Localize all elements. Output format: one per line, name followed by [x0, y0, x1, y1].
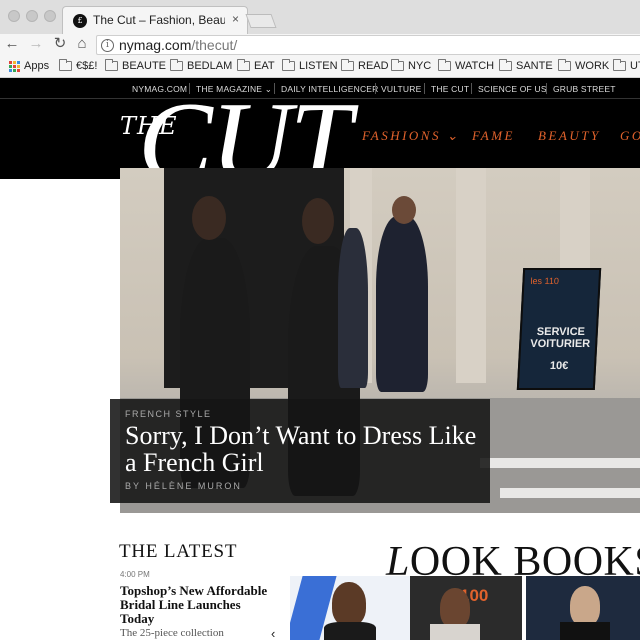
bookmark-label: READ: [358, 60, 389, 72]
crosswalk-stripe: [480, 458, 640, 468]
nav-science-of-us[interactable]: SCIENCE OF US: [478, 84, 547, 94]
sign-text: SERVICE VOITURIER: [529, 326, 591, 351]
folder-icon: [237, 59, 250, 71]
story-dek: The 25-piece collection: [120, 627, 224, 639]
folder-icon: [438, 59, 451, 71]
bookmark-folder[interactable]: LISTEN: [282, 59, 338, 72]
folder-icon: [341, 59, 354, 71]
folder-icon: [499, 59, 512, 71]
latest-heading: THE LATEST: [119, 541, 238, 562]
window-zoom-control[interactable]: [44, 10, 56, 22]
bookmark-label: NYC: [408, 60, 432, 72]
forward-arrow-icon[interactable]: →: [28, 35, 44, 53]
nav-the-cut[interactable]: THE CUT: [431, 84, 469, 94]
section-fashions[interactable]: FASHIONS ⌄: [362, 128, 460, 144]
hero-kicker[interactable]: FRENCH STYLE: [125, 409, 212, 419]
bookmark-folder[interactable]: NYC: [391, 59, 432, 72]
hero-byline: BY HÉLÈNE MURON: [125, 481, 242, 491]
crosswalk-stripe: [500, 488, 640, 498]
valet-sign: les 110 SERVICE VOITURIER 10€: [516, 268, 602, 390]
reload-icon[interactable]: ↻: [52, 35, 68, 53]
man-background: [338, 228, 368, 388]
url-text: nymag.com/thecut/: [119, 37, 237, 53]
home-icon[interactable]: ⌂: [74, 35, 90, 53]
folder-icon: [170, 59, 183, 71]
bookmark-label: WATCH: [455, 60, 495, 72]
celebrity-dress: [560, 622, 610, 640]
bookmark-label: BEAUTE: [122, 60, 167, 72]
info-icon[interactable]: i: [101, 39, 114, 52]
lookbook-card[interactable]: [290, 576, 410, 640]
window-minimize-control[interactable]: [26, 10, 38, 22]
facade-column: [456, 168, 486, 383]
bookmark-folder[interactable]: WORK: [558, 59, 610, 72]
bookmark-folder[interactable]: WATCH: [438, 59, 495, 72]
bookmark-label: €$£!: [76, 60, 98, 72]
celebrity-dress: [430, 624, 480, 640]
section-go[interactable]: GO: [620, 128, 640, 144]
sign-logo: les 110: [530, 276, 560, 286]
url-host: nymag.com: [119, 37, 192, 53]
apps-grid-icon: [9, 60, 20, 72]
celebrity-face: [332, 582, 366, 626]
valet-head: [392, 196, 416, 224]
hero-headline[interactable]: Sorry, I Don’t Want to Dress Like a Fren…: [125, 422, 485, 476]
celebrity-face: [440, 588, 470, 628]
bookmark-label: UT: [630, 60, 640, 72]
bookmark-folder[interactable]: READ: [341, 59, 389, 72]
address-bar[interactable]: i nymag.com/thecut/: [96, 35, 640, 55]
bookmark-label: BEDLAM: [187, 60, 233, 72]
celebrity-face: [570, 586, 600, 626]
bookmark-label: SANTE: [516, 60, 553, 72]
section-fame[interactable]: FAME: [472, 128, 515, 144]
lookbooks-carousel: 100: [290, 576, 640, 640]
bookmark-folder[interactable]: €$£!: [59, 59, 98, 72]
browser-toolbar: ← → ↻ ⌂ i nymag.com/thecut/: [0, 34, 640, 56]
lookbook-card[interactable]: 100: [410, 576, 522, 640]
bookmark-folder[interactable]: UT: [613, 59, 640, 72]
nav-divider: [375, 83, 376, 94]
bookmark-label: EAT: [254, 60, 275, 72]
browser-tab-active[interactable]: £ The Cut – Fashion, Beauty, Politics ×: [62, 6, 248, 34]
url-path: /thecut/: [191, 37, 238, 53]
folder-icon: [282, 59, 295, 71]
bookmark-label: LISTEN: [299, 60, 338, 72]
valet-man: [376, 216, 428, 392]
woman-left-head: [192, 196, 226, 240]
nav-vulture[interactable]: VULTURE: [381, 84, 421, 94]
woman-right-head: [302, 198, 334, 244]
bookmark-label: WORK: [575, 60, 610, 72]
folder-icon: [59, 59, 72, 71]
new-tab-button[interactable]: [245, 14, 277, 28]
close-icon[interactable]: ×: [232, 12, 239, 26]
celebrity-dress: [324, 622, 376, 640]
story-timestamp: 4:00 PM: [120, 570, 150, 579]
carousel-prev-arrow-icon[interactable]: ‹: [271, 626, 275, 641]
bookmark-apps[interactable]: Apps: [9, 60, 49, 72]
folder-icon: [558, 59, 571, 71]
bookmark-folder[interactable]: BEAUTE: [105, 59, 167, 72]
back-arrow-icon[interactable]: ←: [4, 35, 20, 53]
folder-icon: [105, 59, 118, 71]
bookmark-folder[interactable]: BEDLAM: [170, 59, 233, 72]
sign-price: 10€: [549, 360, 569, 372]
nav-grub-street[interactable]: GRUB STREET: [553, 84, 616, 94]
nav-divider: [424, 83, 425, 94]
story-headline[interactable]: Topshop’s New Affordable Bridal Line Lau…: [120, 584, 270, 626]
bookmark-folder[interactable]: EAT: [237, 59, 275, 72]
lookbook-card[interactable]: [526, 576, 640, 640]
tab-title: The Cut – Fashion, Beauty, Politics: [93, 13, 225, 27]
folder-icon: [613, 59, 626, 71]
folder-icon: [391, 59, 404, 71]
bookmark-label: Apps: [24, 60, 50, 72]
the-cut-favicon-icon: £: [73, 14, 87, 28]
nav-divider: [471, 83, 472, 94]
bookmark-folder[interactable]: SANTE: [499, 59, 553, 72]
section-beauty[interactable]: BEAUTY: [538, 128, 601, 144]
bookmarks-bar: Apps €$£! BEAUTE BEDLAM EAT LISTEN READ …: [0, 56, 640, 78]
nav-divider: [546, 83, 547, 94]
window-close-control[interactable]: [8, 10, 20, 22]
